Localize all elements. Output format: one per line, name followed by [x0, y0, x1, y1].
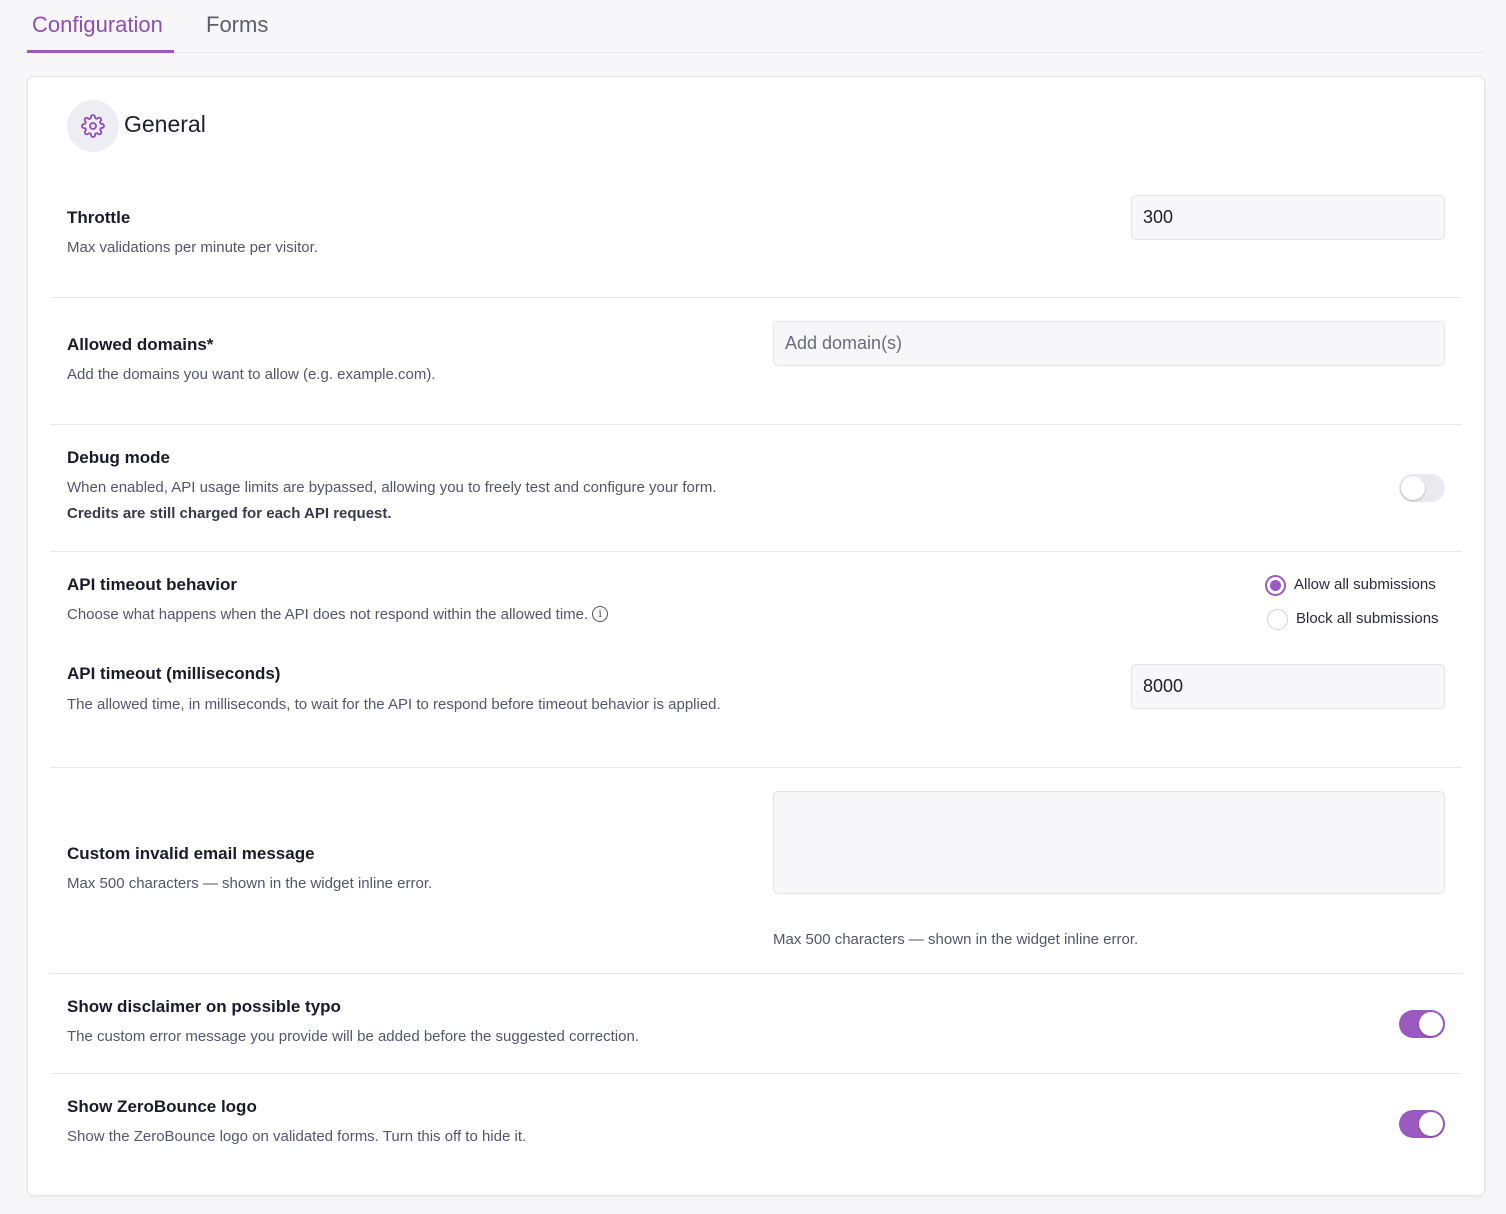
show-logo-label: Show ZeroBounce logo — [67, 1097, 257, 1116]
throttle-description: Max validations per minute per visitor. — [67, 239, 318, 256]
radio-button[interactable] — [1267, 609, 1288, 630]
api-timeout-behavior-label: API timeout behavior — [67, 575, 238, 594]
tab-forms[interactable]: Forms — [206, 12, 268, 38]
radio-label: Block all submissions — [1296, 610, 1439, 627]
allowed-domains-description: Add the domains you want to allow (e.g. … — [67, 366, 436, 383]
divider — [50, 1073, 1462, 1074]
toggle-knob — [1401, 476, 1425, 500]
allowed-domains-label: Allowed domains* — [67, 335, 214, 354]
toggle-knob — [1419, 1012, 1443, 1036]
divider — [50, 767, 1462, 768]
api-timeout-input[interactable] — [1131, 664, 1445, 709]
show-disclaimer-description: The custom error message you provide wil… — [67, 1028, 639, 1045]
divider — [50, 551, 1462, 552]
info-icon[interactable]: i — [592, 606, 609, 622]
api-timeout-label: API timeout (milliseconds) — [67, 664, 281, 683]
divider — [50, 973, 1462, 974]
debug-mode-description-text: When enabled, API usage limits are bypas… — [67, 479, 717, 496]
tab-bar: Configuration Forms — [24, 0, 1484, 53]
show-logo-description: Show the ZeroBounce logo on validated fo… — [67, 1128, 527, 1145]
active-tab-indicator — [27, 50, 174, 53]
api-timeout-behavior-description: Choose what happens when the API does no… — [67, 602, 609, 628]
throttle-label: Throttle — [67, 208, 131, 227]
api-timeout-description: The allowed time, in milliseconds, to wa… — [67, 696, 721, 713]
debug-mode-description: When enabled, API usage limits are bypas… — [67, 475, 727, 527]
debug-mode-label: Debug mode — [67, 448, 170, 467]
radio-block-all-submissions[interactable]: Block all submissions — [1267, 607, 1447, 631]
api-timeout-behavior-text: Choose what happens when the API does no… — [67, 606, 589, 623]
debug-mode-credits-note: Credits are still charged for each API r… — [67, 505, 392, 522]
show-logo-toggle[interactable] — [1399, 1110, 1445, 1138]
radio-allow-all-submissions[interactable]: Allow all submissions — [1265, 573, 1445, 597]
section-title: General — [124, 111, 206, 137]
throttle-input[interactable] — [1131, 195, 1445, 240]
tab-configuration[interactable]: Configuration — [32, 12, 163, 38]
custom-message-description: Max 500 characters — shown in the widget… — [67, 875, 433, 892]
gear-icon — [67, 100, 119, 152]
show-disclaimer-label: Show disclaimer on possible typo — [67, 997, 341, 1016]
debug-mode-toggle[interactable] — [1399, 474, 1445, 502]
divider — [50, 424, 1462, 425]
custom-message-helper: Max 500 characters — shown in the widget… — [773, 931, 1139, 948]
divider — [50, 297, 1462, 298]
radio-button[interactable] — [1265, 575, 1286, 596]
radio-label: Allow all submissions — [1294, 576, 1436, 593]
custom-message-label: Custom invalid email message — [67, 844, 315, 863]
toggle-knob — [1419, 1112, 1443, 1136]
custom-message-textarea[interactable] — [773, 791, 1445, 894]
general-settings-card: General Throttle Max validations per min… — [27, 76, 1485, 1196]
show-disclaimer-toggle[interactable] — [1399, 1010, 1445, 1038]
allowed-domains-input[interactable] — [773, 321, 1445, 366]
